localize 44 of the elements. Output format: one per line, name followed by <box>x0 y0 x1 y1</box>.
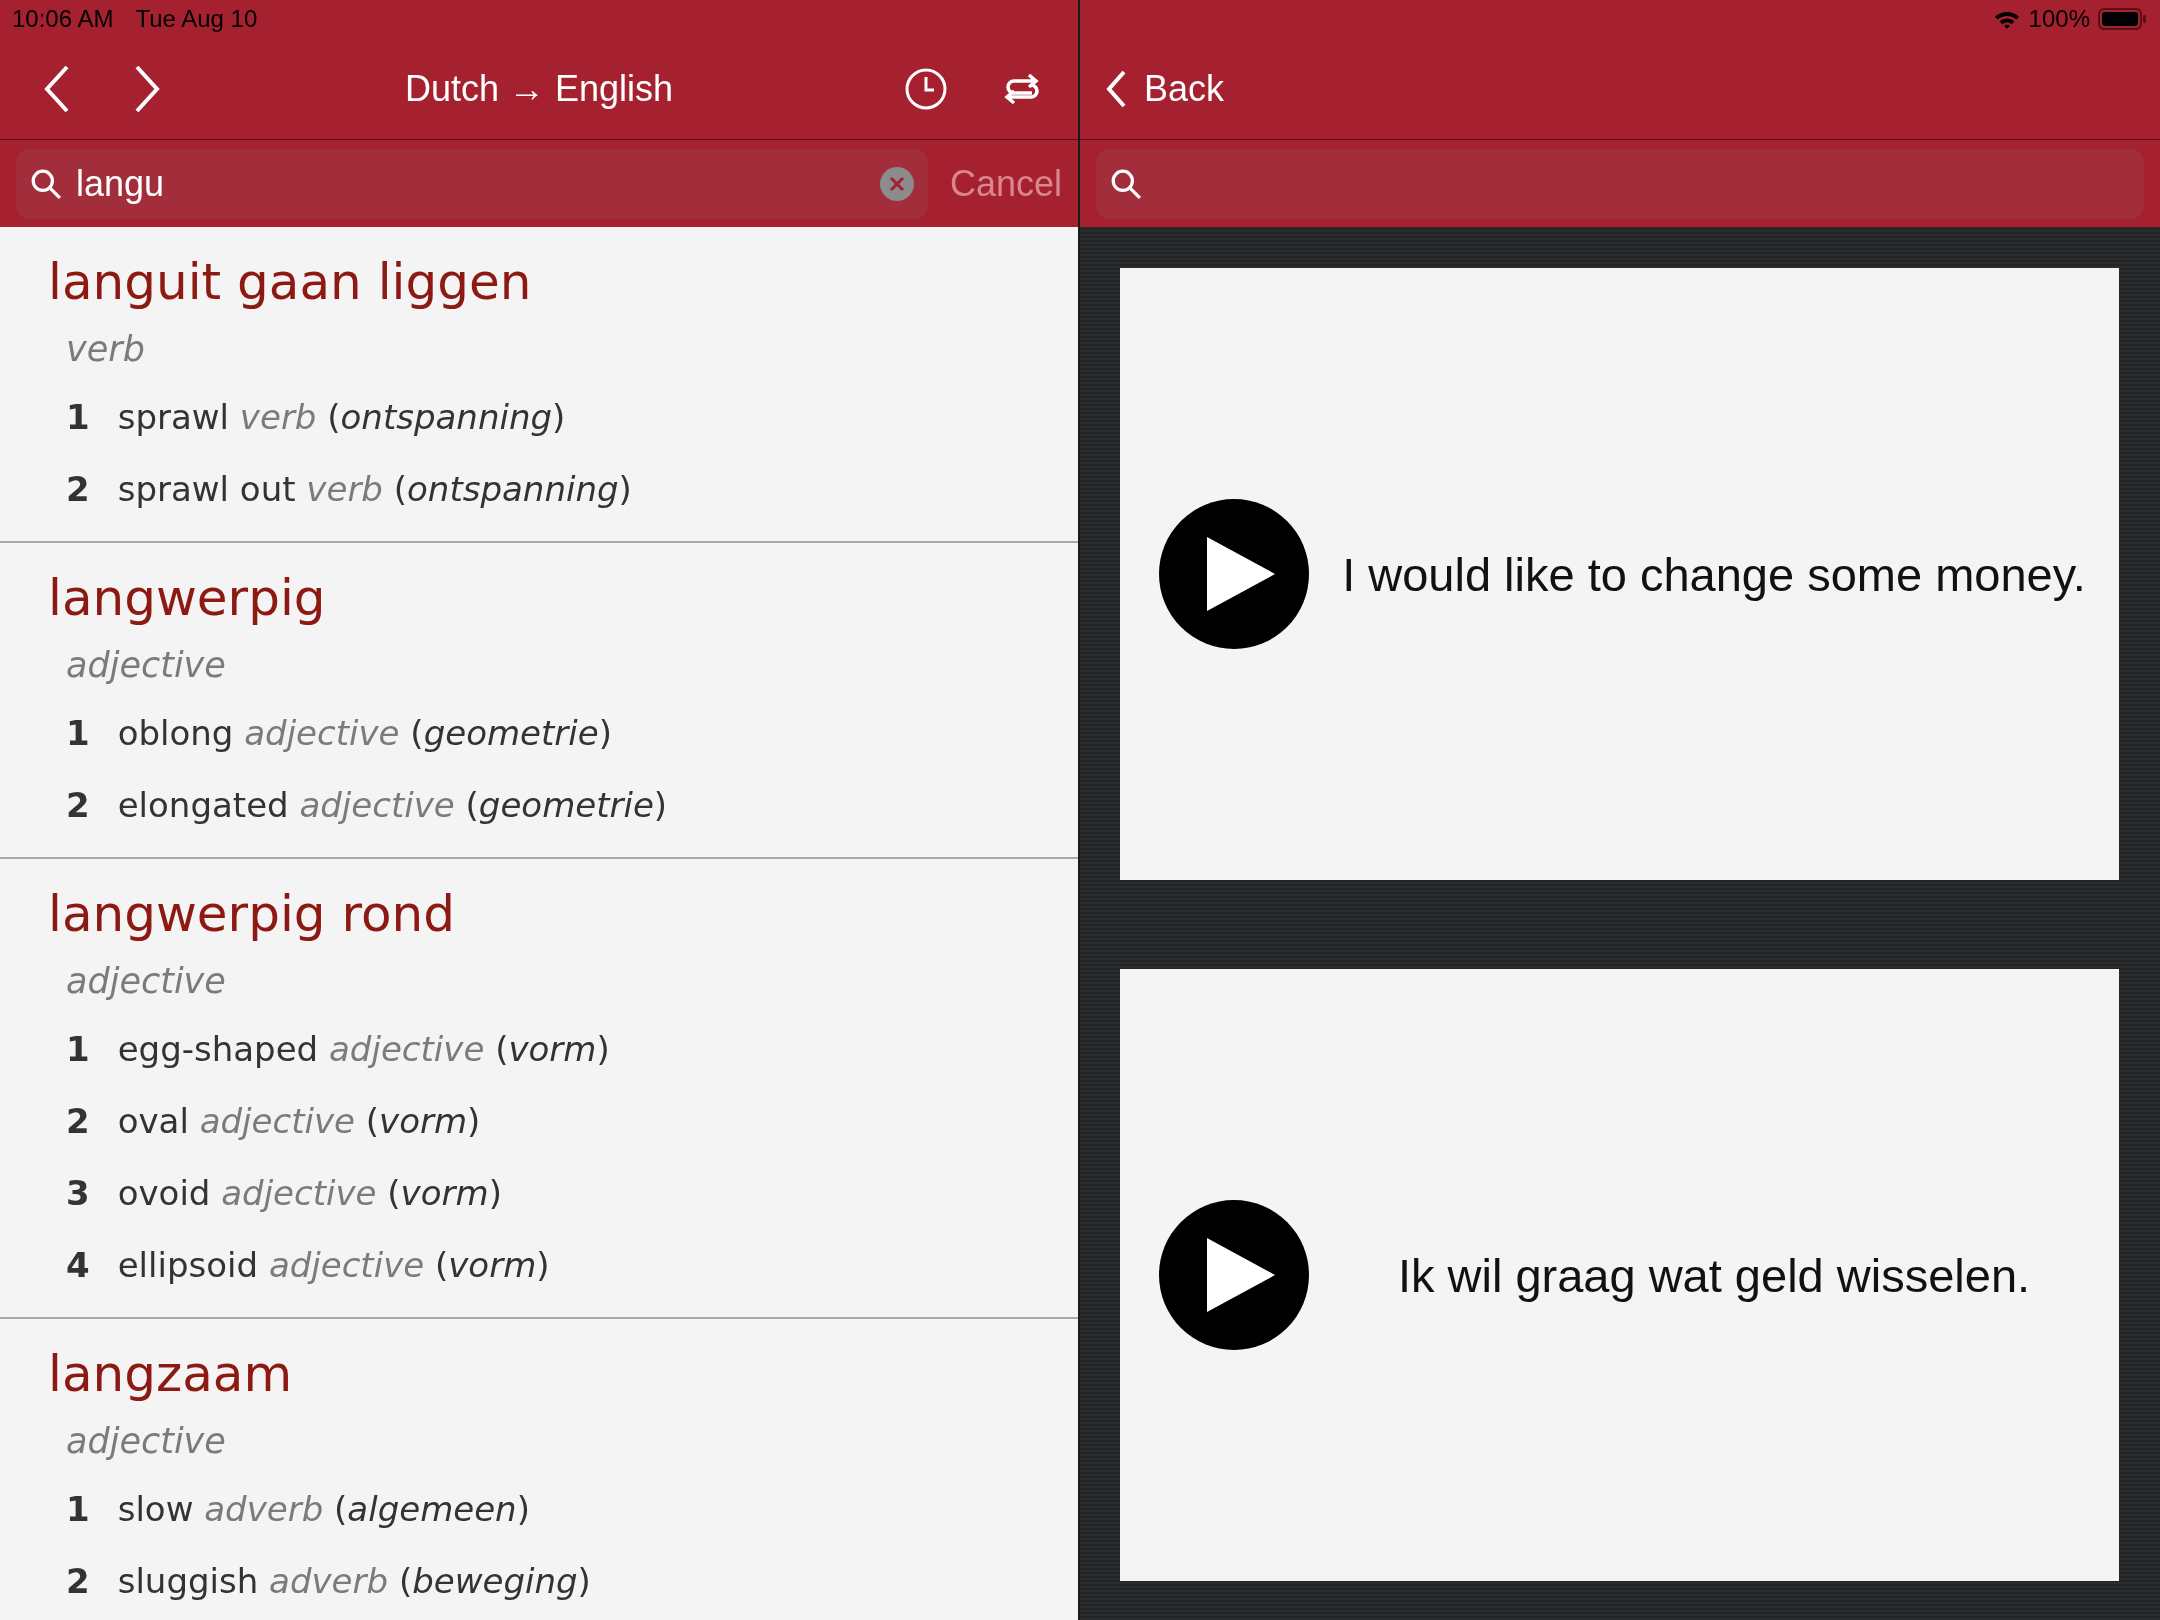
phrase-text: Ik wil graag wat geld wisselen. <box>1397 1247 2031 1303</box>
sense-number: 4 <box>66 1245 90 1285</box>
search-field[interactable]: langu <box>16 148 928 219</box>
search-field[interactable] <box>1096 148 2144 219</box>
sense-number: 1 <box>66 713 90 753</box>
battery-icon <box>2098 8 2146 30</box>
play-icon[interactable] <box>1159 499 1309 649</box>
entry-headword[interactable]: langwerpig <box>0 563 326 633</box>
sense-number: 2 <box>66 469 90 509</box>
entry-headword[interactable]: langzaam <box>0 1339 293 1409</box>
sense-number: 1 <box>66 1489 90 1529</box>
search-icon <box>1110 167 1142 200</box>
sense-number: 2 <box>66 1561 90 1601</box>
back-button[interactable]: Back <box>1104 67 1225 110</box>
search-icon <box>30 167 62 200</box>
chevron-left-icon <box>1104 68 1128 109</box>
sense-text: oval adjective (vorm) <box>117 1101 481 1141</box>
part-of-speech: verb <box>65 328 145 371</box>
sense-text: elongated adjective (geometrie) <box>117 785 668 825</box>
sense-text: sluggish adverb (beweging) <box>117 1561 591 1601</box>
entry-headword[interactable]: languit gaan liggen <box>0 247 532 317</box>
status-date: Tue Aug 10 <box>135 5 258 33</box>
part-of-speech: adjective <box>65 1420 226 1463</box>
sense-number: 2 <box>66 785 90 825</box>
sense-number: 1 <box>66 1029 90 1069</box>
sense-text: sprawl verb (ontspanning) <box>117 397 566 437</box>
sense-number: 2 <box>66 1101 90 1141</box>
entry-headword[interactable]: langwerpig rond <box>0 879 455 949</box>
sense-number: 1 <box>66 397 90 437</box>
play-icon[interactable] <box>1159 1200 1309 1350</box>
sense-text: ovoid adjective (vorm) <box>117 1173 502 1213</box>
phrase-text: I would like to change some money. <box>1342 546 2086 602</box>
status-time: 10:06 AM <box>12 5 114 33</box>
part-of-speech: adjective <box>65 960 226 1003</box>
sense-number: 3 <box>66 1173 90 1213</box>
sense-text: oblong adjective (geometrie) <box>117 713 612 753</box>
sense-text: ellipsoid adjective (vorm) <box>117 1245 550 1285</box>
sense-text: egg-shaped adjective (vorm) <box>117 1029 610 1069</box>
sense-text: slow adverb (algemeen) <box>117 1489 530 1529</box>
battery-percent: 100% <box>2028 5 2090 33</box>
history-clock-icon[interactable] <box>904 66 948 111</box>
part-of-speech: adjective <box>65 644 226 687</box>
nav-title: Dutch → English <box>404 67 674 110</box>
sense-text: sprawl out verb (ontspanning) <box>117 469 632 509</box>
